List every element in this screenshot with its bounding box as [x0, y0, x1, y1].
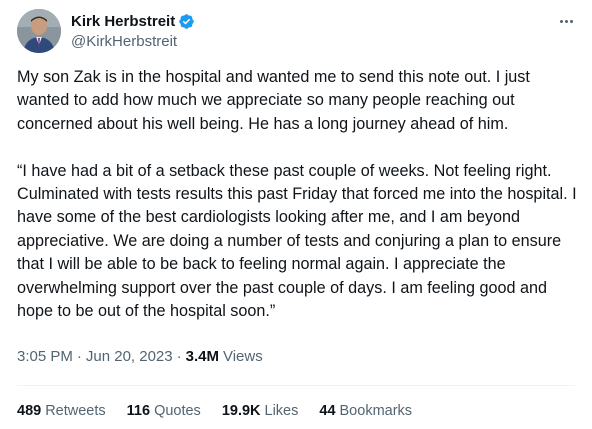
- verified-badge-icon: [178, 13, 195, 30]
- retweets-count: 489: [17, 403, 42, 419]
- tweet-paragraph: My son Zak is in the hospital and wanted…: [17, 68, 530, 133]
- avatar-image: [17, 9, 61, 53]
- views-label: Views: [222, 348, 263, 365]
- likes-count: 19.9K: [221, 403, 261, 419]
- author-display-name[interactable]: Kirk Herbstreit: [71, 13, 175, 30]
- tweet-quote-paragraph: “I have had a bit of a setback these pas…: [17, 161, 577, 321]
- likes-label: Likes: [264, 403, 299, 419]
- tweet-time[interactable]: 3:05 PM: [17, 348, 73, 365]
- quotes-count: 116: [126, 403, 151, 419]
- divider: [17, 385, 575, 386]
- bookmarks-count: 44: [319, 403, 336, 419]
- retweets-stat[interactable]: 489 Retweets: [17, 403, 106, 419]
- author-names: Kirk Herbstreit @KirkHerbstreit: [71, 12, 195, 50]
- tweet-text: My son Zak is in the hospital and wanted…: [17, 66, 583, 323]
- avatar[interactable]: [17, 9, 61, 53]
- author-handle[interactable]: @KirkHerbstreit: [71, 33, 195, 50]
- retweets-label: Retweets: [45, 403, 106, 419]
- quotes-stat[interactable]: 116 Quotes: [127, 403, 201, 419]
- tweet-header: Kirk Herbstreit @KirkHerbstreit: [17, 9, 580, 57]
- tweet-date[interactable]: Jun 20, 2023: [86, 348, 173, 365]
- bookmarks-stat[interactable]: 44 Bookmarks: [319, 403, 412, 419]
- meta-separator: ·: [176, 348, 182, 365]
- meta-separator: ·: [76, 348, 82, 365]
- more-options-icon[interactable]: [554, 11, 578, 31]
- engagement-stats: 489 Retweets 116 Quotes 19.9K Likes 44 B…: [17, 403, 433, 419]
- tweet-card: Kirk Herbstreit @KirkHerbstreit My son Z…: [0, 0, 592, 429]
- bookmarks-label: Bookmarks: [339, 403, 413, 419]
- quotes-label: Quotes: [154, 403, 201, 419]
- tweet-metadata: 3:05 PM · Jun 20, 2023 · 3.4M Views: [17, 348, 263, 365]
- views-count: 3.4M: [185, 348, 219, 365]
- likes-stat[interactable]: 19.9K Likes: [222, 403, 299, 419]
